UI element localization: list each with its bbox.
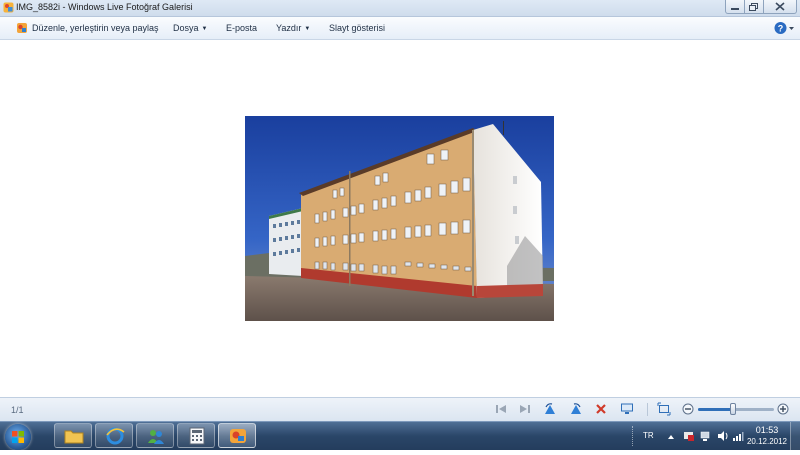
menu-slideshow[interactable]: Slayt gösterisi — [329, 23, 385, 33]
taskbar: TR 01:53 20.12.2012 — [0, 421, 800, 450]
menu-item-label: Slayt gösterisi — [329, 23, 386, 33]
taskbar-explorer[interactable] — [54, 423, 92, 448]
minimize-icon — [731, 8, 739, 10]
menu-file[interactable]: Dosya ▼ — [173, 23, 207, 33]
clock-date[interactable]: 20.12.2012 — [740, 437, 794, 446]
chevron-down-icon: ▼ — [304, 26, 311, 32]
zoom-slider-fill — [698, 408, 733, 411]
previous-icon[interactable] — [494, 402, 508, 416]
zoom-in-icon[interactable] — [777, 403, 789, 415]
rotate-left-icon[interactable] — [543, 402, 557, 416]
show-hidden-icons-icon[interactable] — [667, 433, 675, 441]
messenger-icon — [148, 430, 164, 444]
command-bar: Düzenle, yerleştirin veya paylaş Dosya ▼ … — [0, 17, 800, 40]
title-bar: IMG_8582i - Windows Live Fotoğraf Galeri… — [0, 0, 800, 17]
taskbar-messenger[interactable] — [136, 423, 174, 448]
help-button[interactable]: ? — [774, 21, 796, 35]
delete-icon[interactable] — [594, 402, 608, 416]
rotate-right-icon[interactable] — [569, 402, 583, 416]
menu-print[interactable]: Yazdır ▼ — [276, 23, 310, 33]
menu-item-label: Dosya — [173, 23, 199, 33]
menu-email[interactable]: E-posta — [226, 23, 257, 33]
menu-item-label: Yazdır — [276, 23, 302, 33]
photo-image[interactable] — [245, 116, 554, 321]
taskbar-photo-gallery[interactable] — [218, 423, 256, 448]
help-icon: ? — [774, 22, 794, 34]
slideshow-icon[interactable] — [620, 402, 634, 416]
fit-to-window-icon[interactable] — [657, 402, 671, 416]
photo-gallery-icon — [230, 429, 246, 443]
internet-explorer-icon — [106, 427, 125, 445]
organize-icon — [17, 23, 27, 33]
school-building-photo — [245, 116, 554, 321]
show-desktop-button[interactable] — [790, 422, 800, 450]
tray-grip — [632, 426, 636, 446]
calculator-icon — [189, 427, 205, 445]
minimize-button[interactable] — [725, 0, 745, 14]
photo-counter: 1/1 — [11, 405, 24, 415]
network-icon[interactable] — [700, 430, 712, 442]
zoom-slider-thumb[interactable] — [730, 403, 736, 415]
start-button[interactable] — [5, 424, 31, 450]
zoom-out-icon[interactable] — [682, 403, 694, 415]
menu-edit-organize-share[interactable]: Düzenle, yerleştirin veya paylaş — [32, 23, 159, 33]
language-indicator[interactable]: TR — [643, 431, 654, 440]
menu-item-label: Düzenle, yerleştirin veya paylaş — [32, 23, 159, 33]
next-icon[interactable] — [518, 402, 532, 416]
window-title: IMG_8582i - Windows Live Fotoğraf Galeri… — [16, 2, 193, 12]
folder-icon — [64, 430, 84, 444]
volume-icon[interactable] — [717, 430, 729, 442]
menu-item-label: E-posta — [226, 23, 258, 33]
viewer-controls: 1/1 — [0, 397, 800, 421]
restore-icon — [749, 3, 758, 11]
maximize-button[interactable] — [744, 0, 764, 14]
divider — [647, 403, 648, 416]
action-center-flag-icon[interactable] — [683, 430, 695, 442]
chevron-down-icon: ▼ — [201, 26, 208, 32]
photo-viewer — [0, 40, 800, 397]
taskbar-calculator[interactable] — [177, 423, 215, 448]
windows-logo-icon — [12, 431, 24, 443]
photo-gallery-app-icon — [3, 2, 14, 13]
zoom-slider[interactable] — [698, 403, 774, 415]
taskbar-internet-explorer[interactable] — [95, 423, 133, 448]
close-icon — [775, 2, 785, 11]
close-button[interactable] — [763, 0, 797, 14]
svg-text:?: ? — [778, 24, 784, 34]
clock-time[interactable]: 01:53 — [748, 425, 786, 435]
